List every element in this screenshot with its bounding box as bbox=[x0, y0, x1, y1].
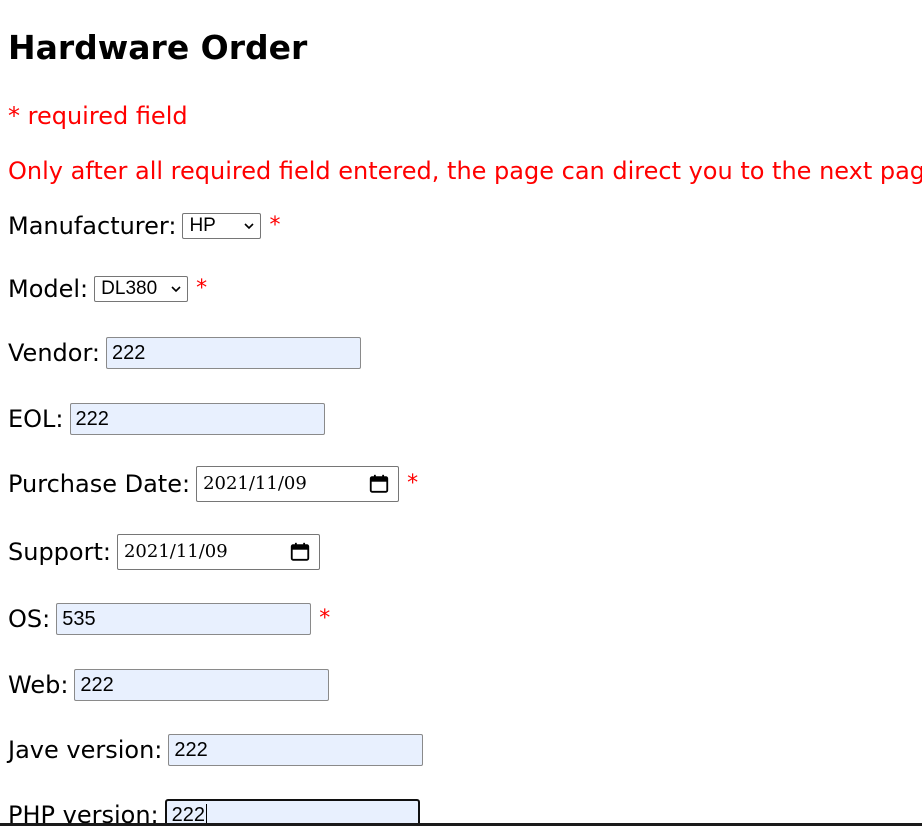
manufacturer-label: Manufacturer: bbox=[8, 212, 177, 240]
eol-row: EOL: 222 bbox=[8, 403, 325, 435]
eol-input[interactable]: 222 bbox=[69, 403, 325, 435]
vendor-row: Vendor: 222 bbox=[8, 337, 361, 369]
manufacturer-select[interactable]: HP bbox=[182, 213, 262, 239]
os-input[interactable]: 535 bbox=[56, 603, 312, 635]
java-version-label: Jave version: bbox=[8, 736, 163, 764]
model-select-value: DL380 bbox=[101, 278, 158, 299]
chevron-down-icon bbox=[244, 223, 255, 230]
web-label: Web: bbox=[8, 671, 69, 699]
required-star: * bbox=[196, 276, 208, 301]
java-version-input[interactable]: 222 bbox=[168, 734, 424, 766]
page-title: Hardware Order bbox=[8, 28, 308, 67]
support-date-value: 2021/11/09 bbox=[123, 541, 228, 562]
model-select[interactable]: DL380 bbox=[94, 276, 189, 302]
purchase-date-row: Purchase Date: 2021/11/09 * bbox=[8, 466, 418, 502]
php-version-input[interactable]: 222 bbox=[164, 799, 420, 826]
required-field-note: * required field bbox=[8, 102, 188, 130]
model-label: Model: bbox=[8, 275, 89, 303]
purchase-date-value: 2021/11/09 bbox=[203, 473, 307, 494]
calendar-icon[interactable] bbox=[289, 541, 311, 563]
vendor-label: Vendor: bbox=[8, 339, 100, 367]
manufacturer-row: Manufacturer: HP * bbox=[8, 211, 280, 241]
support-row: Support: 2021/11/09 bbox=[8, 534, 320, 570]
eol-label: EOL: bbox=[8, 405, 64, 433]
required-star: * bbox=[319, 606, 331, 631]
purchase-date-input[interactable]: 2021/11/09 bbox=[196, 466, 400, 502]
support-label: Support: bbox=[8, 538, 111, 566]
vendor-input[interactable]: 222 bbox=[105, 337, 361, 369]
instruction-text: Only after all required field entered, t… bbox=[8, 157, 922, 185]
purchase-date-label: Purchase Date: bbox=[8, 470, 191, 498]
web-row: Web: 222 bbox=[8, 669, 330, 701]
chevron-down-icon bbox=[171, 286, 181, 293]
os-row: OS: 535 * bbox=[8, 603, 330, 635]
web-input[interactable]: 222 bbox=[74, 669, 330, 701]
required-star: * bbox=[269, 213, 281, 238]
manufacturer-select-value: HP bbox=[189, 215, 216, 236]
model-row: Model: DL380 * bbox=[8, 274, 207, 304]
php-version-row: PHP version: 222 bbox=[8, 799, 420, 826]
support-date-input[interactable]: 2021/11/09 bbox=[116, 534, 320, 570]
required-star: * bbox=[407, 471, 419, 496]
java-version-row: Jave version: 222 bbox=[8, 734, 424, 766]
calendar-icon[interactable] bbox=[368, 473, 390, 495]
os-label: OS: bbox=[8, 605, 51, 633]
